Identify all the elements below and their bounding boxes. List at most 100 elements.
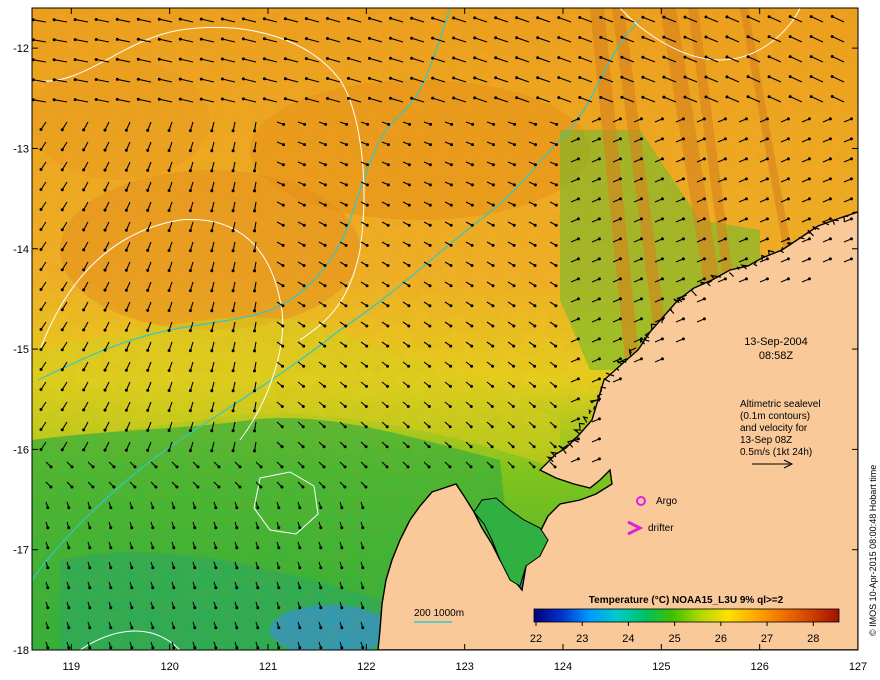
velocity-arrowhead bbox=[302, 344, 306, 348]
velocity-arrowhead bbox=[39, 168, 43, 171]
velocity-arrowhead bbox=[167, 229, 171, 232]
velocity-arrowhead bbox=[702, 217, 706, 221]
velocity-arrowhead bbox=[597, 137, 601, 141]
velocity-arrowhead bbox=[88, 606, 92, 610]
velocity-arrowhead bbox=[259, 485, 263, 489]
velocity-arrowhead bbox=[448, 465, 452, 469]
altimetry-line-4: 13-Sep 08Z bbox=[740, 435, 792, 446]
velocity-arrowhead bbox=[554, 183, 558, 187]
velocity-arrowhead bbox=[428, 223, 432, 227]
velocity-arrowhead bbox=[365, 183, 369, 187]
velocity-arrowhead bbox=[744, 257, 748, 261]
velocity-arrowhead bbox=[253, 169, 256, 173]
velocity-arrowhead bbox=[554, 364, 558, 368]
velocity-arrowhead bbox=[449, 304, 453, 308]
velocity-arrowhead bbox=[167, 349, 171, 352]
velocity-arrowhead bbox=[408, 143, 411, 147]
velocity-arrowhead bbox=[298, 626, 302, 630]
velocity-arrowhead bbox=[427, 425, 431, 429]
velocity-arrowhead bbox=[256, 506, 260, 510]
velocity-arrowhead bbox=[112, 465, 116, 469]
velocity-arrowhead bbox=[103, 148, 107, 152]
velocity-arrowhead bbox=[283, 57, 287, 61]
velocity-arrowhead bbox=[386, 384, 389, 388]
velocity-arrowhead bbox=[428, 344, 432, 348]
velocity-arrowhead bbox=[151, 566, 155, 570]
velocity-arrowhead bbox=[491, 344, 495, 348]
velocity-arrowhead bbox=[515, 96, 519, 100]
velocity-arrowhead bbox=[210, 189, 214, 193]
velocity-arrowhead bbox=[765, 217, 769, 221]
velocity-arrowhead bbox=[492, 122, 496, 126]
velocity-arrowhead bbox=[744, 117, 748, 121]
velocity-arrowhead bbox=[178, 57, 182, 61]
velocity-arrowhead bbox=[124, 328, 128, 332]
velocity-arrowhead bbox=[553, 465, 557, 469]
velocity-arrowhead bbox=[450, 143, 453, 147]
velocity-arrowhead bbox=[347, 16, 350, 20]
velocity-arrowhead bbox=[512, 203, 516, 207]
velocity-arrowhead bbox=[256, 526, 260, 530]
velocity-arrowhead bbox=[277, 646, 281, 650]
velocity-arrowhead bbox=[389, 16, 392, 20]
velocity-arrowhead bbox=[146, 368, 150, 372]
velocity-arrowhead bbox=[46, 526, 50, 530]
velocity-arrowhead bbox=[660, 117, 664, 121]
velocity-arrowhead bbox=[124, 208, 128, 212]
velocity-arrowhead bbox=[746, 95, 750, 99]
velocity-arrowhead bbox=[60, 328, 64, 332]
velocity-arrowhead bbox=[231, 249, 235, 253]
velocity-arrowhead bbox=[324, 143, 327, 147]
velocity-arrowhead bbox=[533, 384, 536, 388]
velocity-arrowhead bbox=[385, 405, 389, 408]
velocity-arrowhead bbox=[639, 217, 643, 221]
velocity-arrowhead bbox=[157, 37, 161, 41]
velocity-arrowhead bbox=[298, 546, 302, 550]
velocity-arrowhead bbox=[253, 309, 256, 313]
velocity-arrowhead bbox=[702, 257, 706, 261]
velocity-arrowhead bbox=[809, 55, 813, 59]
velocity-arrowhead bbox=[146, 308, 150, 312]
velocity-arrowhead bbox=[210, 309, 214, 313]
velocity-arrowhead bbox=[323, 284, 327, 288]
velocity-arrowhead bbox=[788, 55, 792, 59]
lat-tick-label: -16 bbox=[13, 444, 29, 456]
velocity-arrowhead bbox=[365, 384, 368, 388]
velocity-arrowhead bbox=[554, 203, 558, 207]
velocity-arrowhead bbox=[82, 388, 86, 392]
velocity-arrowhead bbox=[88, 566, 92, 570]
velocity-arrowhead bbox=[428, 304, 432, 308]
velocity-arrowhead bbox=[347, 36, 350, 40]
velocity-arrowhead bbox=[167, 209, 171, 212]
velocity-arrowhead bbox=[494, 96, 498, 100]
velocity-arrowhead bbox=[427, 465, 431, 469]
velocity-arrowhead bbox=[280, 465, 284, 469]
velocity-arrowhead bbox=[660, 177, 664, 181]
velocity-arrowhead bbox=[597, 417, 601, 421]
velocity-arrowhead bbox=[322, 405, 326, 408]
velocity-arrowhead bbox=[301, 465, 305, 469]
velocity-arrowhead bbox=[220, 37, 224, 41]
velocity-arrowhead bbox=[103, 168, 107, 172]
velocity-arrowhead bbox=[167, 389, 171, 392]
velocity-arrowhead bbox=[109, 646, 113, 650]
velocity-arrowhead bbox=[639, 317, 643, 321]
velocity-arrowhead bbox=[386, 324, 390, 328]
map-plot-area bbox=[32, 8, 858, 650]
velocity-arrowhead bbox=[744, 237, 748, 241]
velocity-arrowhead bbox=[765, 117, 769, 121]
velocity-arrowhead bbox=[428, 203, 432, 207]
velocity-arrowhead bbox=[639, 297, 643, 301]
velocity-arrowhead bbox=[67, 506, 71, 510]
velocity-arrowhead bbox=[301, 425, 305, 429]
velocity-arrowhead bbox=[704, 35, 708, 39]
velocity-arrowhead bbox=[725, 15, 729, 19]
velocity-arrowhead bbox=[536, 96, 540, 100]
velocity-arrowhead bbox=[681, 237, 685, 241]
velocity-arrowhead bbox=[343, 425, 347, 429]
velocity-arrowhead bbox=[849, 117, 853, 121]
velocity-arrowhead bbox=[534, 122, 538, 126]
velocity-arrowhead bbox=[849, 217, 853, 221]
velocity-arrowhead bbox=[238, 465, 242, 469]
velocity-arrowhead bbox=[597, 257, 601, 261]
